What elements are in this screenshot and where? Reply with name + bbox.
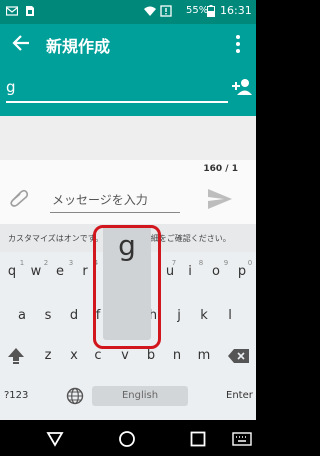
enter-key[interactable]: Enter [226,390,253,401]
send-icon[interactable] [206,187,234,211]
key-hint-2: 2 [43,259,49,267]
space-bar[interactable]: English [92,386,188,406]
key-z[interactable]: z [36,342,60,370]
key-a[interactable]: a [10,302,34,330]
character-counter: 160 / 1 [203,164,238,174]
wifi-icon [144,6,156,16]
nav-back-icon[interactable] [46,430,64,448]
key-s[interactable]: s [36,302,60,330]
key-hint-8: 8 [198,259,204,267]
back-arrow-icon[interactable] [10,32,32,54]
battery-icon [207,5,215,17]
key-k[interactable]: k [192,302,216,330]
key-hint-0: 0 [247,259,253,267]
highlight-annotation [93,225,161,349]
key-hint-9: 9 [223,259,229,267]
status-bar: 55% 16:31 [0,0,256,24]
recipient-underline [6,101,228,103]
key-n[interactable]: n [165,342,189,370]
key-hint-1: 1 [19,259,25,267]
globe-icon[interactable] [66,387,84,405]
nav-home-icon[interactable] [118,430,136,448]
key-l[interactable]: l [218,302,242,330]
key-j[interactable]: j [167,302,191,330]
symbols-key[interactable]: ?123 [4,390,28,401]
mail-icon [6,6,18,16]
add-contact-icon[interactable] [232,78,252,96]
key-hint-3: 3 [68,259,74,267]
app-bar: 新規作成 [0,24,256,64]
attach-icon[interactable] [9,188,29,208]
shift-icon[interactable] [6,346,26,366]
page-title: 新規作成 [46,37,111,56]
battery-percent: 55% [186,5,209,16]
key-x[interactable]: x [62,342,86,370]
key-m[interactable]: m [192,342,216,370]
recipient-bar: g [0,64,256,116]
alert-icon [160,5,172,17]
key-d[interactable]: d [62,302,86,330]
keyboard-switch-icon[interactable] [232,430,252,448]
key-hint-7: 7 [171,259,177,267]
sim-icon [26,6,34,16]
nav-recents-icon[interactable] [189,430,207,448]
backspace-icon[interactable] [228,348,250,364]
clock: 16:31 [220,4,252,17]
message-input[interactable] [50,187,180,213]
more-options-icon[interactable] [232,33,244,55]
recipient-input[interactable]: g [6,78,16,96]
navigation-bar [0,420,256,456]
